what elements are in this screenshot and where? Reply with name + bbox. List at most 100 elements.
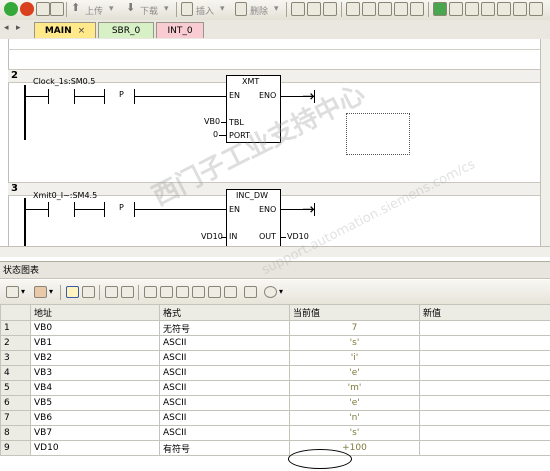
unforce-all-icon[interactable]	[192, 286, 205, 298]
compile-all-icon[interactable]	[50, 2, 64, 16]
chart-icon[interactable]	[6, 286, 19, 298]
contact-symbol[interactable]	[48, 202, 49, 217]
tab-int-0[interactable]: INT_0	[156, 22, 204, 38]
stop-icon[interactable]	[20, 2, 34, 16]
address-cell[interactable]: VB0	[30, 320, 160, 336]
trend-view-icon[interactable]	[82, 286, 95, 298]
table-row[interactable]: 1 VB0 无符号 7	[0, 320, 550, 336]
operand-out[interactable]: VD10	[287, 232, 309, 241]
address-cell[interactable]: VB3	[30, 365, 160, 381]
address-cell[interactable]: VB7	[30, 425, 160, 441]
force-icon[interactable]	[160, 286, 173, 298]
glasses-icon[interactable]	[105, 286, 118, 298]
operand-in[interactable]: VD10	[201, 232, 223, 241]
unlock-icon[interactable]	[481, 2, 495, 16]
read-forced-icon[interactable]	[208, 286, 221, 298]
address-cell[interactable]: VB1	[30, 335, 160, 351]
network-icon[interactable]	[291, 2, 305, 16]
chart-dropdown-icon[interactable]: ▾	[21, 287, 25, 296]
unforce-icon[interactable]	[176, 286, 189, 298]
new-value-cell[interactable]	[419, 425, 550, 441]
new-value-cell[interactable]	[419, 380, 550, 396]
format-cell[interactable]: ASCII	[159, 425, 290, 441]
warning-icon[interactable]	[513, 2, 527, 16]
format-cell[interactable]: 有符号	[159, 440, 290, 456]
column-header-address[interactable]: 地址	[30, 304, 160, 321]
undo-icon[interactable]	[394, 2, 408, 16]
edit-icon[interactable]	[449, 2, 463, 16]
insert-dropdown-icon[interactable]: ▾	[220, 4, 225, 14]
tab-scroll-left-icon[interactable]: ◂	[4, 23, 9, 33]
pause-monitor-icon[interactable]	[323, 2, 337, 16]
p-contact-symbol[interactable]	[104, 202, 105, 217]
ladder-editor[interactable]: 2 Clock_1s:SM0.5 P XMT EN ENO → TBL PORT…	[0, 39, 540, 246]
lock-icon[interactable]	[465, 2, 479, 16]
paste-icon[interactable]	[378, 2, 392, 16]
column-header-current-value[interactable]: 当前值	[289, 304, 420, 321]
tab-main[interactable]: MAIN ×	[34, 22, 96, 38]
insert-button[interactable]: 插入	[196, 4, 214, 17]
trend-icon[interactable]	[224, 286, 237, 298]
row-number[interactable]: 3	[0, 350, 31, 366]
new-value-cell[interactable]	[419, 440, 550, 456]
format-cell[interactable]: ASCII	[159, 365, 290, 381]
delete-icon[interactable]	[235, 2, 247, 16]
ladder-horizontal-scrollbar[interactable]	[0, 246, 550, 257]
export-icon[interactable]	[433, 2, 447, 16]
address-cell[interactable]: VB6	[30, 410, 160, 426]
table-row[interactable]: 5 VB4 ASCII 'm'	[0, 380, 550, 396]
settings-icon[interactable]	[529, 2, 543, 16]
view-icon[interactable]	[346, 2, 360, 16]
table-row[interactable]: 4 VB3 ASCII 'e'	[0, 365, 550, 381]
upload-button[interactable]: 上传	[85, 4, 103, 17]
table-row[interactable]: 7 VB6 ASCII 'n'	[0, 410, 550, 426]
compile-icon[interactable]	[36, 2, 50, 16]
insert-icon[interactable]	[181, 2, 193, 16]
contact-symbol[interactable]	[48, 89, 49, 104]
new-value-cell[interactable]	[419, 320, 550, 336]
delete-button[interactable]: 删除	[250, 4, 268, 17]
format-cell[interactable]: ASCII	[159, 410, 290, 426]
upload-icon[interactable]: ⬆	[71, 2, 83, 16]
selection-cursor[interactable]	[346, 113, 410, 155]
row-number[interactable]: 2	[0, 335, 31, 351]
redo-icon[interactable]	[410, 2, 424, 16]
address-cell[interactable]: VB5	[30, 395, 160, 411]
format-cell[interactable]: ASCII	[159, 395, 290, 411]
new-value-cell[interactable]	[419, 350, 550, 366]
time-dropdown-icon[interactable]: ▾	[279, 287, 283, 296]
delete-dropdown-icon[interactable]: ▾	[274, 4, 279, 14]
operand-tbl[interactable]: VB0	[204, 117, 220, 126]
new-value-cell[interactable]	[419, 395, 550, 411]
table-row[interactable]: 2 VB1 ASCII 's'	[0, 335, 550, 351]
format-cell[interactable]: 无符号	[159, 320, 290, 336]
row-number[interactable]: 5	[0, 380, 31, 396]
format-cell[interactable]: ASCII	[159, 335, 290, 351]
row-number[interactable]: 4	[0, 365, 31, 381]
options-icon[interactable]	[244, 286, 257, 298]
add-row-dropdown-icon[interactable]: ▾	[49, 287, 53, 296]
new-value-cell[interactable]	[419, 410, 550, 426]
tab-sbr-0[interactable]: SBR_0	[98, 22, 154, 38]
close-icon[interactable]: ×	[78, 26, 86, 36]
download-icon[interactable]: ⬇	[126, 2, 138, 16]
protect-icon[interactable]	[497, 2, 511, 16]
download-dropdown-icon[interactable]: ▾	[164, 4, 169, 14]
format-cell[interactable]: ASCII	[159, 380, 290, 396]
monitor-icon[interactable]	[307, 2, 321, 16]
table-view-icon[interactable]	[66, 286, 79, 298]
address-cell[interactable]: VB4	[30, 380, 160, 396]
time-icon[interactable]	[264, 286, 277, 298]
row-number[interactable]: 8	[0, 425, 31, 441]
ladder-vertical-scrollbar[interactable]	[540, 39, 550, 246]
column-header-new-value[interactable]: 新值	[419, 304, 550, 321]
run-icon[interactable]	[4, 2, 18, 16]
table-row[interactable]: 9 VD10 有符号 +100	[0, 440, 550, 456]
row-number[interactable]: 6	[0, 395, 31, 411]
column-header-format[interactable]: 格式	[159, 304, 290, 321]
format-cell[interactable]: ASCII	[159, 350, 290, 366]
row-number[interactable]: 1	[0, 320, 31, 336]
table-row[interactable]: 6 VB5 ASCII 'e'	[0, 395, 550, 411]
address-cell[interactable]: VD10	[30, 440, 160, 456]
row-number[interactable]: 9	[0, 440, 31, 456]
